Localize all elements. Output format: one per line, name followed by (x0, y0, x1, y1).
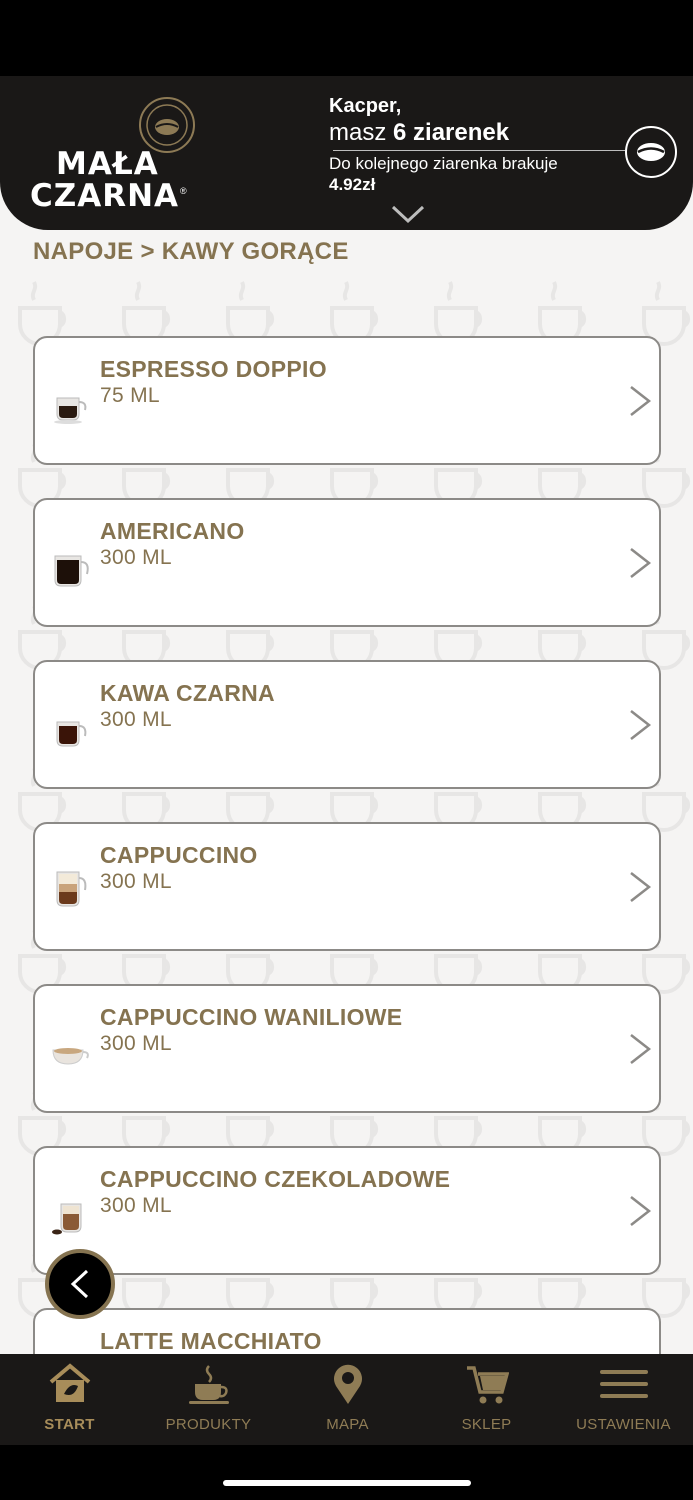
black-coffee-glass-icon (56, 721, 87, 747)
product-card-kawa-czarna[interactable]: KAWA CZARNA 300 ML (33, 660, 661, 789)
cart-icon (466, 1366, 509, 1404)
product-volume: 300 ML (100, 1194, 172, 1217)
vanilla-cappuccino-cup-icon (52, 1048, 89, 1065)
bottom-tab-bar: START PRODUKTY MAPA SKLEP USTAWIENIA (0, 1354, 693, 1445)
chevron-right-icon (630, 872, 652, 902)
product-card-cappuccino-waniliowe[interactable]: CAPPUCCINO WANILIOWE 300 ML (33, 984, 661, 1113)
product-card-latte-macchiato[interactable]: LATTE MACCHIATO (33, 1308, 661, 1354)
chevron-right-icon (630, 548, 652, 578)
logo-wordmark: MAŁA CZARNA (30, 148, 179, 212)
user-name: Kacper, (329, 95, 402, 117)
product-name: CAPPUCCINO WANILIOWE (100, 1004, 403, 1030)
tab-label: USTAWIENIA (576, 1416, 671, 1433)
home-indicator[interactable] (223, 1480, 471, 1486)
product-name: AMERICANO (100, 518, 245, 544)
beans-count: 6 ziarenek (393, 119, 510, 146)
tab-label: SKLEP (461, 1416, 512, 1433)
map-pin-icon (333, 1364, 362, 1404)
chevron-down-icon[interactable] (390, 204, 426, 224)
product-volume: 300 ML (100, 546, 172, 569)
product-name: ESPRESSO DOPPIO (100, 356, 327, 382)
cappuccino-glass-icon (56, 871, 87, 907)
tab-label: PRODUKTY (165, 1416, 252, 1433)
loyalty-summary: Kacper, masz 6 ziarenek Do kolejnego zia… (329, 94, 629, 195)
tab-mapa[interactable]: MAPA (278, 1354, 417, 1445)
chevron-right-icon (630, 1034, 652, 1064)
beans-prefix: masz (329, 119, 394, 146)
app-screen: MAŁA CZARNA ® Kacper, masz 6 ziarenek Do… (0, 76, 693, 1354)
tab-label: MAPA (326, 1416, 369, 1433)
logo-line-1: MAŁA (56, 146, 159, 182)
product-card-cappuccino[interactable]: CAPPUCCINO 300 ML (33, 822, 661, 951)
status-bar (0, 0, 693, 76)
product-list: ESPRESSO DOPPIO 75 ML AMERICANO 300 ML K… (33, 336, 661, 1354)
tab-ustawienia[interactable]: USTAWIENIA (554, 1354, 693, 1445)
beans-balance: masz 6 ziarenek (329, 118, 629, 148)
beans-divider (333, 150, 625, 151)
logo-line-2: CZARNA (30, 178, 180, 214)
product-card-cappuccino-czekoladowe[interactable]: CAPPUCCINO CZEKOLADOWE 300 ML (33, 1146, 661, 1275)
product-name: CAPPUCCINO CZEKOLADOWE (100, 1166, 451, 1192)
product-volume: 75 ML (100, 384, 160, 407)
chevron-right-icon (630, 386, 652, 416)
chocolate-cappuccino-glass-icon (52, 1203, 82, 1235)
product-volume: 300 ML (100, 870, 172, 893)
chevron-right-icon (630, 1196, 652, 1226)
back-button[interactable] (45, 1249, 115, 1319)
tab-start[interactable]: START (0, 1354, 139, 1445)
tab-label: START (44, 1416, 95, 1433)
chevron-left-icon (70, 1269, 89, 1299)
loyalty-header: MAŁA CZARNA ® Kacper, masz 6 ziarenek Do… (0, 76, 693, 230)
espresso-cup-icon (54, 397, 87, 424)
chevron-right-icon (630, 710, 652, 740)
home-icon (49, 1363, 90, 1402)
americano-glass-icon (54, 555, 89, 587)
product-name: KAWA CZARNA (100, 680, 275, 706)
coffee-cup-icon (188, 1365, 229, 1404)
coffee-bean-icon[interactable] (625, 126, 677, 178)
tab-sklep[interactable]: SKLEP (417, 1354, 556, 1445)
product-name: LATTE MACCHIATO (100, 1328, 322, 1354)
product-volume: 300 ML (100, 1032, 172, 1055)
home-indicator-area (0, 1445, 693, 1500)
mala-czarna-logo: MAŁA CZARNA ® (30, 94, 200, 212)
next-bean-amount: 4.92zł (329, 175, 376, 194)
registered-mark: ® (180, 186, 187, 196)
breadcrumb: NAPOJE > KAWY GORĄCE (33, 238, 349, 265)
tab-produkty[interactable]: PRODUKTY (139, 1354, 278, 1445)
next-bean-label: Do kolejnego ziarenka brakuje (329, 154, 558, 173)
product-card-espresso-doppio[interactable]: ESPRESSO DOPPIO 75 ML (33, 336, 661, 465)
product-name: CAPPUCCINO (100, 842, 258, 868)
product-card-americano[interactable]: AMERICANO 300 ML (33, 498, 661, 627)
menu-icon (599, 1370, 648, 1398)
product-volume: 300 ML (100, 708, 172, 731)
